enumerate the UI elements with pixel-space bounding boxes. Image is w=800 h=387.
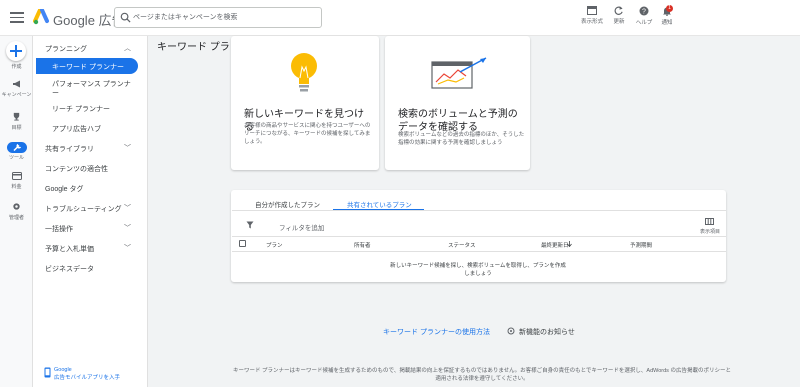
tab-my-plans[interactable]: 自分が作成したプラン	[255, 199, 320, 209]
table-header-top-line	[232, 236, 726, 237]
tabs-divider	[232, 210, 726, 211]
megaphone-icon	[12, 80, 20, 88]
rail-goals-label: 目標	[11, 125, 22, 131]
nav-bulk-actions[interactable]: 一括操作	[45, 224, 73, 234]
trophy-icon	[13, 112, 20, 121]
rail-billing-label: 料金	[11, 184, 22, 190]
mobile-app-line2: 広告モバイルアプリを入手	[54, 375, 121, 381]
nav-google-tag[interactable]: Google タグ	[45, 184, 84, 194]
card2-description: 検索ボリュームなどの過去の指標のほか、そうした指標の効果に関する予測を確認しまし…	[398, 132, 525, 146]
lightbulb-icon	[291, 53, 317, 92]
nav-planning-label: プランニング	[45, 46, 87, 53]
nav-planning[interactable]: プランニング	[45, 44, 87, 54]
sort-down-icon	[567, 241, 572, 247]
rail-create[interactable]: 作成	[0, 62, 33, 70]
rail-tools[interactable]: ツール	[0, 142, 33, 161]
sparkle-icon	[507, 327, 515, 335]
table-header-bottom-line	[232, 251, 726, 252]
tab-shared-plans[interactable]: 共有されているプラン	[347, 199, 412, 209]
menu-icon[interactable]	[10, 12, 24, 23]
column-owner[interactable]: 所有者	[354, 241, 371, 249]
mobile-app-line1: Google	[54, 367, 72, 373]
credit-card-icon	[11, 172, 22, 180]
notification-badge: 1	[666, 5, 673, 12]
chevron-down-icon: ﹀	[124, 145, 131, 152]
nav-app-ad-hub[interactable]: アプリ広告ハブ	[52, 124, 101, 134]
rail-admin-label: 管理者	[8, 215, 24, 221]
rail-campaigns-label: キャンペーン	[1, 92, 32, 98]
column-last-modified[interactable]: 最終更新日	[541, 241, 569, 249]
chevron-down-icon: ﹀	[124, 245, 131, 252]
nav-troubleshooting[interactable]: トラブルシューティング	[45, 204, 122, 214]
help-icon: ?	[639, 6, 649, 16]
nav-performance-planner[interactable]: パフォーマンス プランナー	[52, 80, 137, 98]
columns-icon[interactable]	[705, 218, 714, 225]
disclaimer-footer: キーワード プランナーはキーワード候補を生成するためのもので、掲載結果の向上を保…	[233, 368, 731, 382]
tools-active-pill	[6, 142, 27, 153]
rail-tools-label: ツール	[8, 155, 24, 161]
svg-text:?: ?	[642, 9, 646, 16]
nav-content-suitability[interactable]: コンテンツの適合性	[45, 164, 108, 174]
rail-create-label: 作成	[11, 64, 22, 70]
column-plan[interactable]: プラン	[266, 241, 283, 249]
rail-billing[interactable]: 料金	[0, 172, 33, 190]
search-placeholder: ページまたはキャンペーンを検索	[133, 14, 238, 21]
refresh-icon	[614, 6, 623, 15]
nav-shared-library[interactable]: 共有ライブラリ	[45, 144, 94, 154]
create-button[interactable]	[6, 41, 26, 61]
rail-admin[interactable]: 管理者	[0, 202, 33, 221]
select-all-checkbox[interactable]	[239, 240, 246, 247]
chevron-down-icon: ﹀	[124, 225, 131, 232]
nav-keyword-planner-label: キーワード プランナー	[52, 64, 124, 71]
search-icon	[120, 12, 131, 23]
chevron-up-icon: ︿	[124, 45, 131, 52]
rail-goals[interactable]: 目標	[0, 112, 33, 131]
column-forecast-period[interactable]: 予測期間	[630, 241, 652, 249]
mobile-phone-icon	[44, 367, 51, 378]
card1-description: お客様の商品やサービスに関心を持つユーザーへのリーチにつながる、キーワードの候補…	[244, 123, 371, 145]
filter-icon[interactable]	[246, 221, 254, 229]
add-filter-button[interactable]: フィルタを追加	[279, 222, 324, 232]
plus-icon	[10, 45, 22, 57]
google-ads-logo-icon	[33, 9, 49, 25]
mobile-app-link[interactable]: Google 広告モバイルアプリを入手	[54, 366, 120, 382]
chart-trend-icon	[431, 57, 487, 89]
nav-business-data[interactable]: ビジネスデータ	[45, 264, 94, 274]
nav-budgets-bidding[interactable]: 予算と入札単価	[45, 244, 94, 254]
how-to-use-link[interactable]: キーワード プランナーの使用方法	[383, 327, 490, 337]
gear-icon	[13, 203, 20, 210]
notifications-label: 通知	[661, 20, 673, 26]
whats-new-link[interactable]: 新機能のお知らせ	[519, 327, 575, 337]
empty-state-text: 新しいキーワード候補を探し、検索ボリュームを取得し、プランを作成しましょう	[390, 263, 566, 277]
wrench-icon	[12, 143, 21, 152]
appearance-icon	[587, 6, 597, 15]
chevron-down-icon: ﹀	[124, 205, 131, 212]
nav-reach-planner[interactable]: リーチ プランナー	[52, 104, 110, 114]
columns-label: 表示項目	[700, 229, 721, 235]
rail-campaigns[interactable]: キャンペーン	[0, 80, 33, 98]
column-status[interactable]: ステータス	[448, 241, 476, 249]
